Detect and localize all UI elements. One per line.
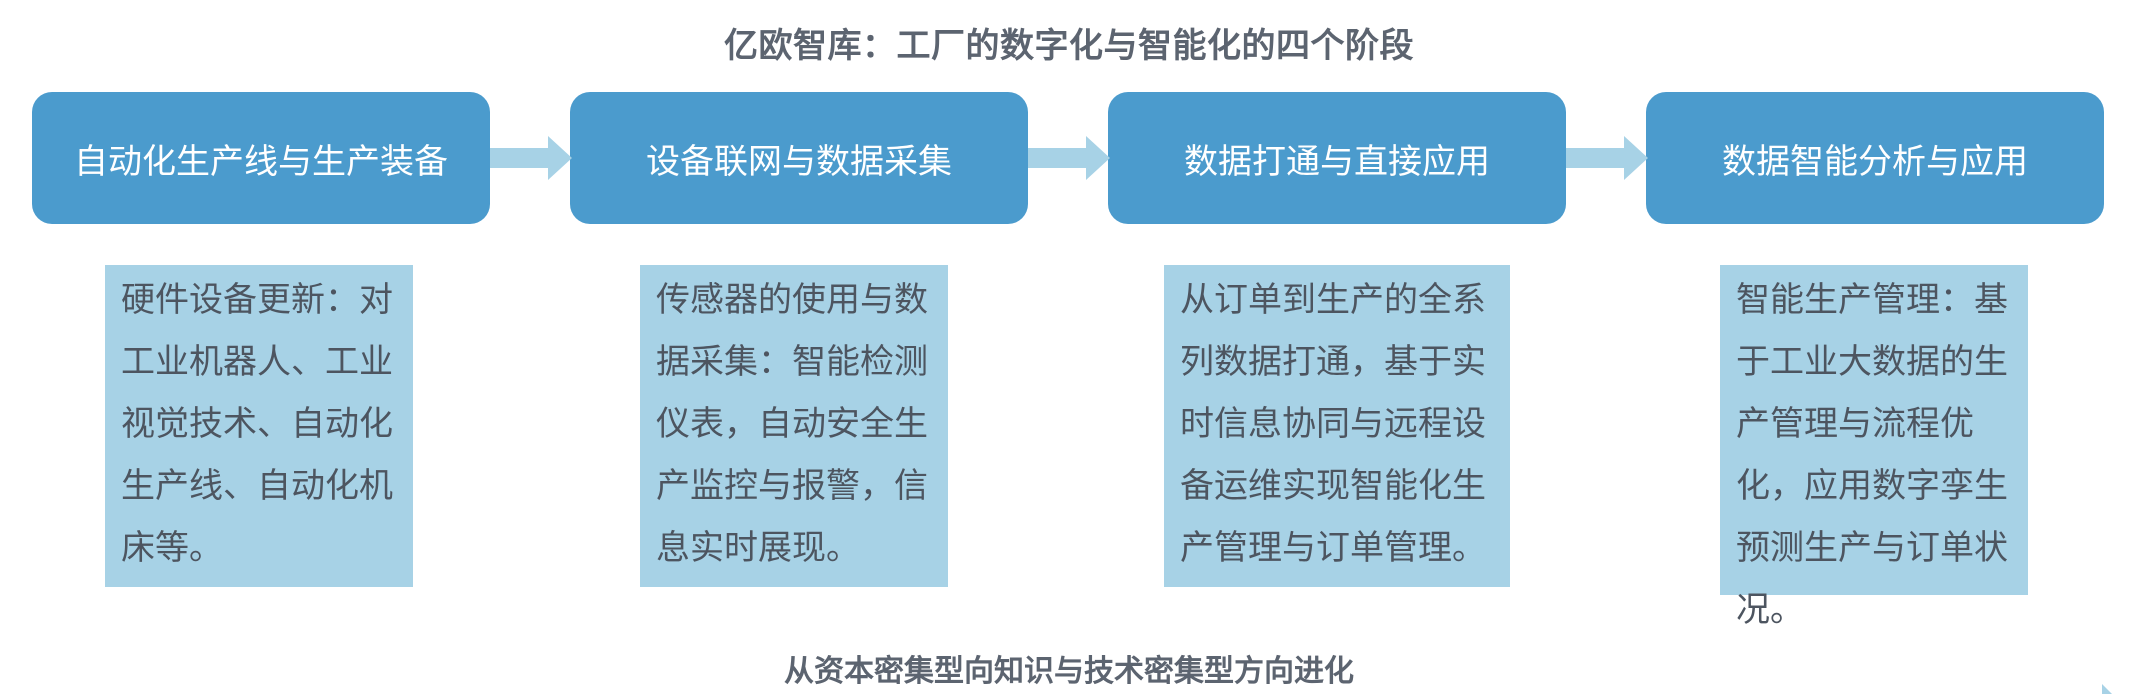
right-arrow-icon xyxy=(1028,136,1110,180)
diagram-title: 亿欧智库：工厂的数字化与智能化的四个阶段 xyxy=(724,26,1414,66)
corner-triangle-icon xyxy=(2102,684,2112,694)
stage-2-box: 设备联网与数据采集 xyxy=(570,92,1028,224)
stage-4-description: 智能生产管理：基于工业大数据的生产管理与流程优化，应用数字孪生预测生产与订单状况… xyxy=(1720,265,2028,630)
stage-4-label: 数据智能分析与应用 xyxy=(1722,141,2028,182)
stage-1-description: 硬件设备更新：对工业机器人、工业视觉技术、自动化生产线、自动化机床等。 xyxy=(105,265,413,587)
stage-3-label: 数据打通与直接应用 xyxy=(1184,141,1490,182)
stage-1-box: 自动化生产线与生产装备 xyxy=(32,92,490,224)
stage-2-label: 设备联网与数据采集 xyxy=(646,141,952,182)
stage-3-box: 数据打通与直接应用 xyxy=(1108,92,1566,224)
stage-1-label: 自动化生产线与生产装备 xyxy=(74,141,448,182)
right-arrow-icon xyxy=(490,136,572,180)
right-arrow-icon xyxy=(1566,136,1648,180)
stage-3-description: 从订单到生产的全系列数据打通，基于实时信息协同与远程设备运维实现智能化生产管理与… xyxy=(1164,265,1510,587)
stage-2-description: 传感器的使用与数据采集：智能检测仪表，自动安全生产监控与报警，信息实时展现。 xyxy=(640,265,948,587)
stage-4-box: 数据智能分析与应用 xyxy=(1646,92,2104,224)
footer-caption: 从资本密集型向知识与技术密集型方向进化 xyxy=(784,654,1354,689)
